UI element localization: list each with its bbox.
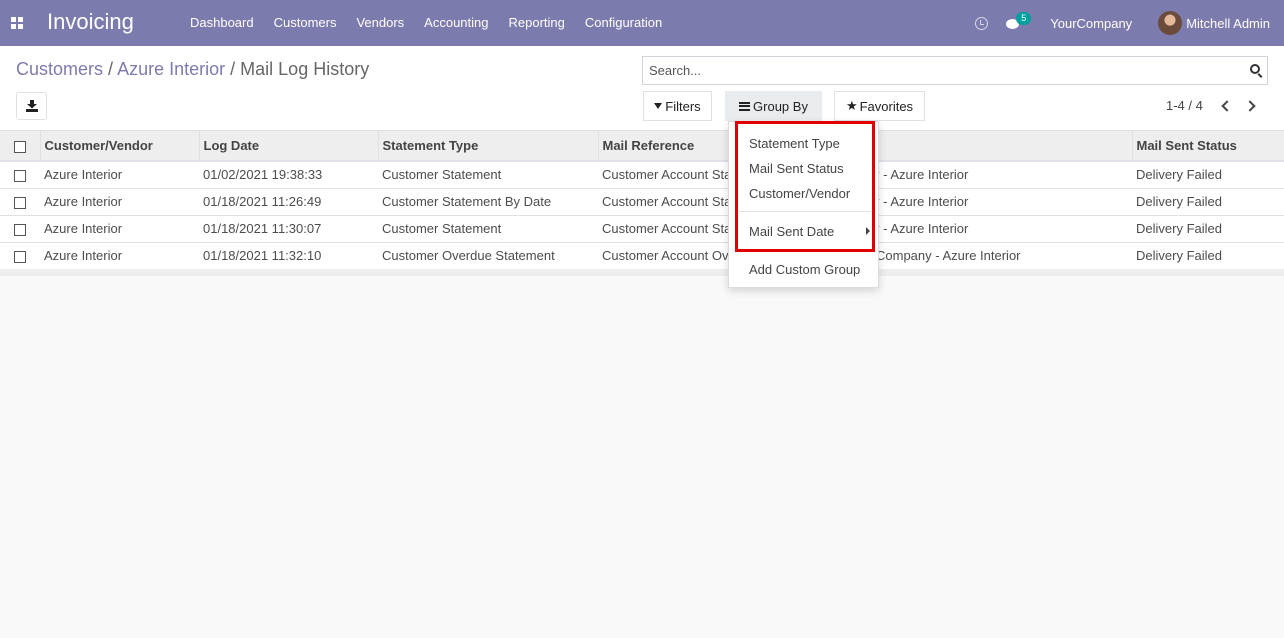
cell-mail-sent-status: Delivery Failed	[1132, 161, 1284, 189]
dropdown-divider	[739, 250, 871, 251]
group-by-customer-vendor[interactable]: Customer/Vendor	[749, 186, 850, 201]
group-by-mail-sent-date[interactable]: Mail Sent Date	[749, 224, 834, 239]
cell-statement-type: Customer Overdue Statement	[378, 242, 598, 270]
company-switcher[interactable]: YourCompany	[1050, 16, 1132, 31]
pager-value[interactable]: 1-4 / 4	[1166, 98, 1203, 113]
group-by-dropdown: Statement Type Mail Sent Status Customer…	[728, 121, 879, 288]
breadcrumb-separator: /	[108, 59, 114, 79]
mail-ref-start: Customer Account Sta	[602, 221, 732, 236]
row-checkbox[interactable]	[14, 169, 26, 182]
search-input[interactable]	[643, 57, 1233, 84]
table-row[interactable]: Azure Interior 01/18/2021 11:32:10 Custo…	[0, 242, 1284, 270]
mail-ref-start: Customer Account Ov	[602, 248, 729, 263]
user-menu[interactable]: Mitchell Admin	[1186, 16, 1270, 31]
add-custom-group[interactable]: Add Custom Group	[749, 262, 860, 277]
cell-mail-sent-status: Delivery Failed	[1132, 188, 1284, 216]
row-select-cell	[0, 215, 40, 243]
mail-log-table: Customer/Vendor Log Date Statement Type …	[0, 131, 1284, 270]
cell-log-date: 01/18/2021 11:30:07	[199, 215, 378, 243]
table-row[interactable]: Azure Interior 01/02/2021 19:38:33 Custo…	[0, 161, 1284, 189]
top-navbar: Invoicing Dashboard Customers Vendors Ac…	[0, 0, 1284, 46]
table-header-row: Customer/Vendor Log Date Statement Type …	[0, 131, 1284, 162]
apps-menu-icon[interactable]	[11, 17, 23, 29]
column-header-log-date[interactable]: Log Date	[198, 131, 378, 162]
search-bar	[642, 56, 1268, 85]
breadcrumb-current: Mail Log History	[240, 59, 370, 79]
main-menu: Dashboard Customers Vendors Accounting R…	[180, 15, 672, 30]
row-checkbox[interactable]	[14, 223, 26, 236]
chevron-left-icon[interactable]	[1219, 99, 1233, 113]
group-by-label: Group By	[753, 98, 808, 114]
app-title[interactable]: Invoicing	[47, 9, 134, 35]
group-by-button[interactable]: Group By	[725, 91, 822, 121]
table-footer-bar	[0, 269, 1284, 276]
star-icon: ★	[845, 98, 858, 113]
column-header-customer[interactable]: Customer/Vendor	[39, 131, 199, 162]
group-by-statement-type[interactable]: Statement Type	[749, 136, 840, 151]
menu-configuration[interactable]: Configuration	[575, 15, 672, 30]
row-select-cell	[0, 242, 40, 270]
messaging-menu[interactable]: 5	[1006, 12, 1032, 29]
row-select-cell	[0, 161, 40, 189]
table-row[interactable]: Azure Interior 01/18/2021 11:30:07 Custo…	[0, 215, 1284, 243]
mail-ref-end: y - Azure Interior	[873, 194, 969, 209]
cell-log-date: 01/02/2021 19:38:33	[199, 161, 378, 189]
row-select-cell	[0, 188, 40, 216]
menu-customers[interactable]: Customers	[264, 15, 347, 30]
mail-ref-end: y - Azure Interior	[873, 221, 969, 236]
cell-statement-type: Customer Statement	[378, 215, 598, 243]
menu-dashboard[interactable]: Dashboard	[180, 15, 264, 30]
row-checkbox[interactable]	[14, 196, 26, 209]
download-icon	[25, 100, 38, 112]
cell-customer: Azure Interior	[40, 161, 199, 189]
download-button[interactable]	[16, 92, 47, 120]
user-avatar[interactable]	[1158, 11, 1183, 35]
mail-ref-end: Company - Azure Interior	[876, 248, 1021, 263]
favorites-button[interactable]: ★ Favorites	[834, 91, 925, 121]
mail-ref-start: Customer Account Sta	[602, 167, 732, 183]
cell-customer: Azure Interior	[40, 242, 199, 270]
breadcrumb: Customers / Azure Interior / Mail Log Hi…	[16, 59, 369, 80]
menu-reporting[interactable]: Reporting	[499, 15, 575, 30]
column-header-mail-sent-status[interactable]: Mail Sent Status	[1131, 131, 1284, 162]
cell-mail-sent-status: Delivery Failed	[1132, 215, 1284, 243]
cell-mail-sent-status: Delivery Failed	[1132, 242, 1284, 270]
bars-icon	[739, 101, 751, 111]
breadcrumb-customers[interactable]: Customers	[16, 59, 103, 79]
filters-button[interactable]: Filters	[643, 91, 712, 121]
filter-icon	[654, 103, 663, 109]
menu-vendors[interactable]: Vendors	[346, 15, 414, 30]
column-header-statement-type[interactable]: Statement Type	[377, 131, 598, 162]
filters-label: Filters	[665, 98, 701, 114]
cell-log-date: 01/18/2021 11:26:49	[199, 188, 378, 216]
row-checkbox[interactable]	[14, 250, 26, 263]
cell-customer: Azure Interior	[40, 215, 199, 243]
cell-statement-type: Customer Statement	[378, 161, 598, 189]
mail-ref-end: y - Azure Interior	[873, 167, 969, 183]
caret-right-icon	[866, 227, 870, 235]
systray: 5 YourCompany Mitchell Admin	[975, 0, 1270, 46]
dropdown-divider	[739, 211, 871, 212]
favorites-label: Favorites	[859, 98, 914, 114]
breadcrumb-azure-interior[interactable]: Azure Interior	[117, 59, 225, 79]
mail-ref-start: Customer Account Sta	[602, 194, 732, 209]
group-by-mail-sent-status[interactable]: Mail Sent Status	[749, 161, 844, 176]
table-row[interactable]: Azure Interior 01/18/2021 11:26:49 Custo…	[0, 188, 1284, 216]
control-panel: Customers / Azure Interior / Mail Log Hi…	[0, 46, 1284, 131]
select-all-checkbox[interactable]	[14, 140, 26, 153]
select-all-cell	[0, 131, 40, 162]
cell-statement-type: Customer Statement By Date	[378, 188, 598, 216]
activity-clock-icon[interactable]	[975, 16, 989, 30]
breadcrumb-separator: /	[230, 59, 236, 79]
chat-count-badge: 5	[1016, 12, 1032, 25]
cell-customer: Azure Interior	[40, 188, 199, 216]
cell-log-date: 01/18/2021 11:32:10	[199, 242, 378, 270]
chevron-right-icon[interactable]	[1245, 99, 1259, 113]
search-icon[interactable]	[1250, 64, 1260, 74]
menu-accounting[interactable]: Accounting	[414, 15, 498, 30]
